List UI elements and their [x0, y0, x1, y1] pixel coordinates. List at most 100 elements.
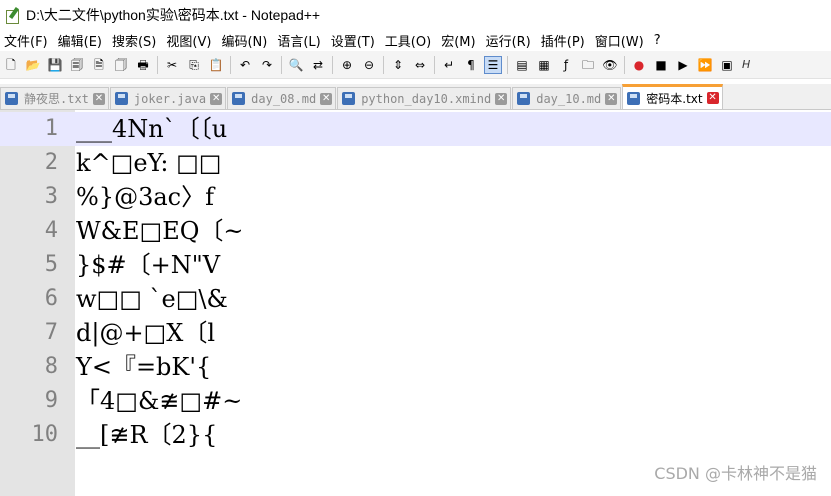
watermark: CSDN @卡林神不是猫	[654, 464, 817, 483]
copy-icon[interactable]: ⎘	[185, 56, 203, 74]
line-text[interactable]: d|@+□X〔l	[76, 316, 215, 350]
show-all-chars-icon[interactable]: ¶	[462, 56, 480, 74]
editor-line[interactable]: 6 w□□ `e□\&	[0, 282, 831, 316]
menu-edit[interactable]: 编辑(E)	[53, 31, 107, 50]
editor-area[interactable]: 1 ___4Nn`〔〔u 2 k^□eY: □□ 3 %}@3ac〉f 4 W&…	[0, 110, 831, 496]
zoom-out-icon[interactable]: ⊖	[360, 56, 378, 74]
toolbar-separator	[230, 55, 231, 74]
open-file-icon[interactable]: 📂	[24, 56, 42, 74]
tab-day-10[interactable]: day_10.md ✕	[512, 87, 622, 109]
line-text[interactable]: W&E□EQ〔~	[76, 214, 244, 248]
file-saved-icon	[627, 91, 641, 105]
monitoring-icon[interactable]: 👁	[601, 56, 619, 74]
line-text[interactable]: }$#〔+N"V	[76, 248, 220, 282]
sync-horizontal-icon[interactable]: ⇔	[411, 56, 429, 74]
user-language-icon[interactable]: ▤	[513, 56, 531, 74]
tab-mimaben[interactable]: 密码本.txt ✕	[622, 84, 723, 109]
cut-icon[interactable]: ✂	[163, 56, 181, 74]
toolbar-separator	[281, 55, 282, 74]
editor-line[interactable]: 9 「4□&≇□#~	[0, 384, 831, 418]
undo-icon[interactable]: ↶	[236, 56, 254, 74]
tab-close-icon[interactable]: ✕	[706, 92, 719, 104]
stop-macro-icon[interactable]: ■	[652, 56, 670, 74]
function-list-icon[interactable]: ƒ	[557, 56, 575, 74]
editor-line[interactable]: 2 k^□eY: □□	[0, 146, 831, 180]
line-text[interactable]: w□□ `e□\&	[76, 282, 228, 316]
save-macro-icon[interactable]: ▣	[718, 56, 736, 74]
menu-tools[interactable]: 工具(O)	[380, 31, 436, 50]
file-saved-icon	[114, 92, 128, 105]
tab-close-icon[interactable]: ✕	[92, 92, 105, 105]
zoom-in-icon[interactable]: ⊕	[338, 56, 356, 74]
line-number: 8	[44, 354, 58, 379]
menu-encoding[interactable]: 编码(N)	[216, 31, 272, 50]
redo-icon[interactable]: ↷	[258, 56, 276, 74]
line-text[interactable]: 「4□&≇□#~	[76, 384, 242, 418]
record-macro-icon[interactable]: ●	[630, 56, 648, 74]
new-file-icon[interactable]: 🗋	[2, 56, 20, 74]
menu-view[interactable]: 视图(V)	[161, 31, 216, 50]
file-saved-icon	[342, 92, 356, 105]
tab-python-day10[interactable]: python_day10.xmind ✕	[337, 87, 512, 109]
document-map-icon[interactable]: ▦	[535, 56, 553, 74]
find-icon[interactable]: 🔍	[287, 56, 305, 74]
toolbar-separator	[383, 55, 384, 74]
notepad-plus-plus-icon	[4, 6, 20, 24]
play-macro-icon[interactable]: ▶	[674, 56, 692, 74]
line-text[interactable]: k^□eY: □□	[76, 146, 221, 180]
tab-close-icon[interactable]: ✕	[605, 92, 618, 105]
tab-jingyesi[interactable]: 静夜思.txt ✕	[0, 87, 109, 109]
editor-line[interactable]: 1 ___4Nn`〔〔u	[0, 112, 831, 146]
line-text[interactable]: Y<『=bK'{	[76, 350, 211, 384]
toolbar-separator	[157, 55, 158, 74]
editor-line[interactable]: 10 __[≇R〔2}{	[0, 418, 831, 452]
line-text[interactable]: ___4Nn`〔〔u	[76, 112, 227, 146]
menu-language[interactable]: 语言(L)	[272, 31, 325, 50]
tab-joker-java[interactable]: joker.java ✕	[109, 87, 227, 109]
editor-line[interactable]: 3 %}@3ac〉f	[0, 180, 831, 214]
toolbar-separator	[624, 55, 625, 74]
menu-file[interactable]: 文件(F)	[0, 31, 53, 50]
menu-plugins[interactable]: 插件(P)	[536, 31, 590, 50]
line-text[interactable]: __[≇R〔2}{	[76, 418, 217, 452]
line-number: 4	[44, 218, 58, 243]
save-icon[interactable]: 💾	[46, 56, 64, 74]
title-bar: D:\大二文件\python实验\密码本.txt - Notepad++	[0, 0, 831, 30]
tab-label: 密码本.txt	[646, 91, 703, 106]
folder-workspace-icon[interactable]: 🗀	[579, 56, 597, 74]
toolbar: 🗋 📂 💾 🗐 🗎 🗍 🖶 ✂ ⎘ 📋 ↶ ↷ 🔍 ⇄ ⊕ ⊖ ⇕ ⇔ ↵ ¶ …	[0, 51, 831, 79]
menu-help[interactable]: ?	[649, 33, 666, 48]
replace-icon[interactable]: ⇄	[309, 56, 327, 74]
paste-icon[interactable]: 📋	[207, 56, 225, 74]
tab-close-icon[interactable]: ✕	[320, 92, 333, 105]
indent-guide-icon[interactable]: ☰	[484, 55, 502, 74]
menu-search[interactable]: 搜索(S)	[107, 31, 161, 50]
menu-run[interactable]: 运行(R)	[481, 31, 536, 50]
tab-label: day_10.md	[536, 91, 602, 106]
line-number: 5	[44, 252, 58, 277]
line-number: 2	[44, 150, 58, 175]
editor-line[interactable]: 8 Y<『=bK'{	[0, 350, 831, 384]
tab-day-08[interactable]: day_08.md ✕	[227, 87, 337, 109]
word-wrap-icon[interactable]: ↵	[440, 56, 458, 74]
tab-close-icon[interactable]: ✕	[210, 92, 223, 105]
line-text[interactable]: %}@3ac〉f	[76, 180, 214, 214]
menu-settings[interactable]: 设置(T)	[326, 31, 380, 50]
line-number: 7	[44, 320, 58, 345]
toolbar-overflow-label[interactable]: H	[742, 58, 750, 71]
save-all-icon[interactable]: 🗐	[68, 56, 86, 74]
close-all-icon[interactable]: 🗍	[112, 56, 130, 74]
print-icon[interactable]: 🖶	[134, 56, 152, 74]
editor-line[interactable]: 4 W&E□EQ〔~	[0, 214, 831, 248]
tab-label: 静夜思.txt	[24, 92, 89, 106]
menu-window[interactable]: 窗口(W)	[590, 31, 649, 50]
run-macro-multiple-icon[interactable]: ⏩	[696, 56, 714, 74]
menu-macro[interactable]: 宏(M)	[436, 31, 480, 50]
editor-line[interactable]: 5 }$#〔+N"V	[0, 248, 831, 282]
close-icon[interactable]: 🗎	[90, 56, 108, 74]
sync-vertical-icon[interactable]: ⇕	[389, 56, 407, 74]
editor-line[interactable]: 7 d|@+□X〔l	[0, 316, 831, 350]
line-number: 1	[44, 116, 58, 141]
tab-close-icon[interactable]: ✕	[495, 92, 508, 105]
tab-label: day_08.md	[251, 91, 317, 106]
